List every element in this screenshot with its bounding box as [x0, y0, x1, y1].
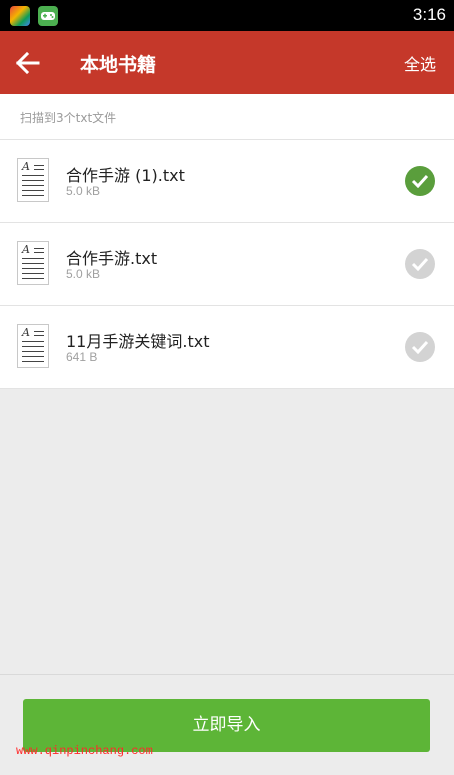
text-file-icon: A	[17, 324, 49, 368]
file-list-item[interactable]: A 合作手游 (1).txt 5.0 kB	[0, 140, 454, 223]
status-bar: 3:16	[0, 0, 454, 31]
back-button[interactable]	[10, 45, 46, 81]
file-name: 11月手游关键词.txt	[66, 332, 210, 351]
scan-result-text: 扫描到3个txt文件	[20, 111, 117, 125]
checked-icon[interactable]	[405, 166, 435, 196]
file-list: A 合作手游 (1).txt 5.0 kB A 合作手游.txt 5.0 kB	[0, 140, 454, 389]
file-size: 5.0 kB	[66, 184, 101, 198]
toolbar: 本地书籍 全选	[0, 31, 454, 94]
text-file-icon: A	[17, 158, 49, 202]
page-title: 本地书籍	[80, 54, 157, 76]
file-size: 5.0 kB	[66, 267, 101, 281]
status-time: 3:16	[412, 5, 446, 24]
file-name: 合作手游.txt	[66, 249, 158, 268]
unchecked-icon[interactable]	[405, 249, 435, 279]
game-notification-icon	[38, 6, 58, 26]
file-size: 641 B	[66, 350, 98, 364]
scan-info-strip: 扫描到3个txt文件	[0, 94, 454, 140]
file-list-item[interactable]: A 11月手游关键词.txt 641 B	[0, 306, 454, 389]
watermark: www.qinpinchang.com	[16, 744, 153, 758]
select-all-button[interactable]: 全选	[404, 51, 436, 75]
unchecked-icon[interactable]	[405, 332, 435, 362]
file-list-item[interactable]: A 合作手游.txt 5.0 kB	[0, 223, 454, 306]
app-notification-icon	[10, 6, 30, 26]
text-file-icon: A	[17, 241, 49, 285]
bottom-bar: 立即导入	[0, 674, 454, 775]
file-name: 合作手游 (1).txt	[66, 166, 185, 185]
back-arrow-icon	[16, 52, 40, 74]
